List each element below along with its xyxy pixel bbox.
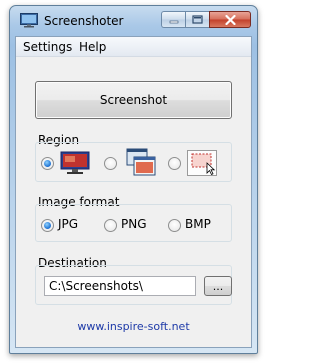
screenshot-button-label: Screenshot: [99, 93, 168, 107]
title-bar[interactable]: Screenshoter: [10, 6, 257, 36]
minimize-button[interactable]: [161, 11, 185, 28]
menu-settings[interactable]: Settings: [23, 40, 72, 54]
caption-buttons: [161, 11, 251, 28]
format-bmp-label[interactable]: BMP: [185, 217, 211, 231]
format-png-radio[interactable]: [104, 219, 117, 232]
maximize-icon: [192, 15, 203, 24]
selection-region-icon[interactable]: [187, 150, 217, 176]
region-fullscreen-radio[interactable]: [41, 157, 54, 170]
maximize-button[interactable]: [185, 11, 209, 28]
format-jpg-radio[interactable]: [41, 219, 54, 232]
client-area: Settings Help Screenshot Region Image fo…: [15, 36, 252, 348]
browse-button[interactable]: ...: [204, 276, 232, 296]
fullscreen-region-icon[interactable]: [60, 151, 90, 175]
screenshot-button[interactable]: Screenshot: [35, 81, 232, 119]
close-icon: [224, 14, 236, 25]
format-group: JPG PNG BMP: [35, 204, 232, 242]
format-png-label[interactable]: PNG: [121, 217, 147, 231]
window-title: Screenshoter: [44, 14, 124, 28]
format-jpg-label[interactable]: JPG: [58, 217, 78, 231]
region-window-radio[interactable]: [104, 157, 117, 170]
website-link[interactable]: www.inspire-soft.net: [16, 320, 251, 333]
monitor-app-icon: [20, 13, 38, 28]
browse-button-label: ...: [212, 279, 224, 293]
menu-bar: Settings Help: [16, 37, 251, 57]
close-button[interactable]: [209, 11, 251, 28]
destination-input[interactable]: [44, 276, 196, 296]
region-selection-radio[interactable]: [168, 157, 181, 170]
format-bmp-radio[interactable]: [168, 219, 181, 232]
app-window: Screenshoter Settings Help Screenshot Re…: [9, 5, 258, 354]
region-group: [35, 142, 232, 182]
window-region-icon[interactable]: [126, 148, 156, 176]
menu-help[interactable]: Help: [79, 40, 106, 54]
minimize-icon: [169, 20, 178, 23]
